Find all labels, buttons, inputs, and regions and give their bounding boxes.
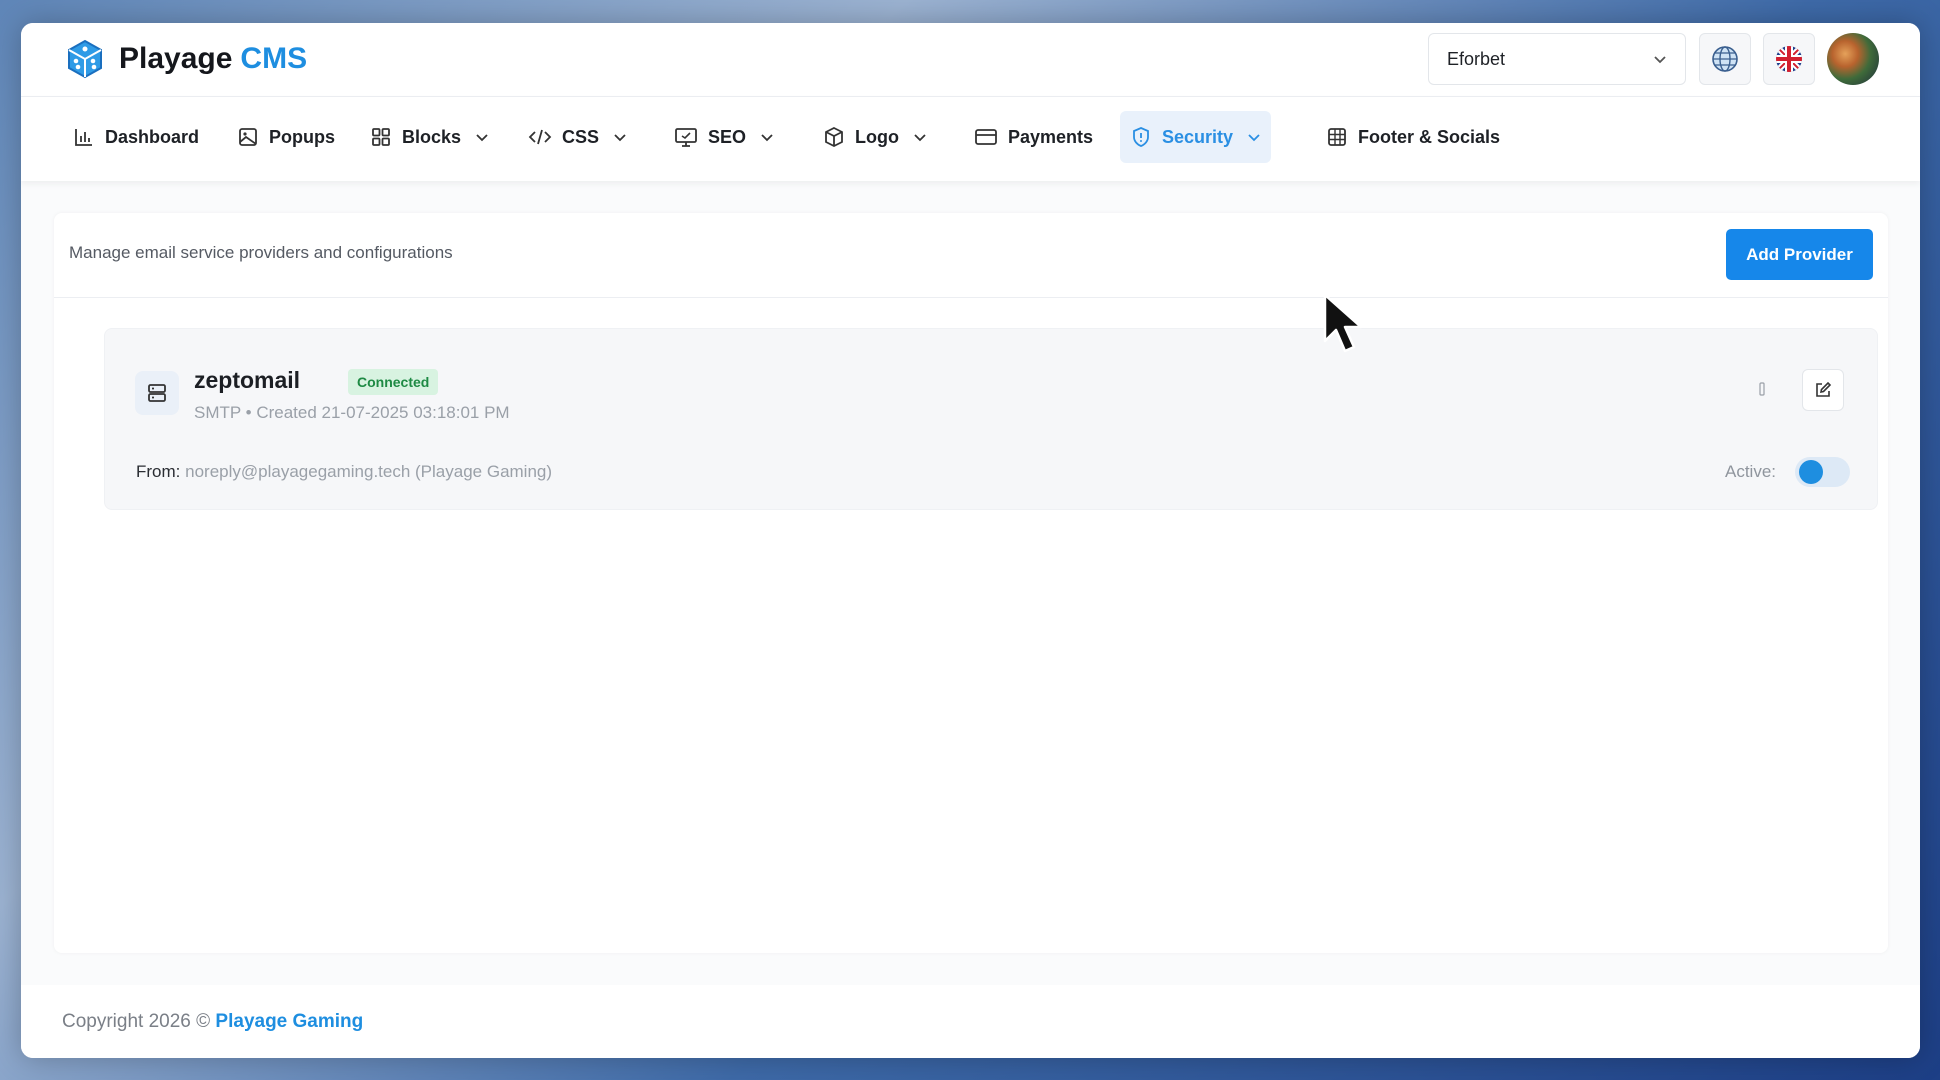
provider-card: zeptomail Connected SMTP • Created 21-07… — [104, 328, 1878, 510]
chevron-down-icon — [614, 134, 626, 142]
monitor-icon — [675, 128, 697, 147]
footer-company-link[interactable]: Playage Gaming — [215, 1011, 363, 1032]
toggle-knob — [1799, 460, 1823, 484]
user-avatar[interactable] — [1827, 33, 1879, 85]
nav-css-label: CSS — [562, 126, 600, 147]
shield-icon — [1133, 127, 1149, 147]
provider-from: From: noreply@playagegaming.tech (Playag… — [136, 462, 552, 482]
language-flag-button[interactable] — [1763, 33, 1815, 85]
email-providers-panel: Manage email service providers and confi… — [54, 213, 1888, 953]
chevron-down-icon — [1654, 56, 1666, 64]
nav-blocks[interactable]: Blocks — [370, 111, 489, 163]
language-globe-button[interactable] — [1699, 33, 1751, 85]
nav-blocks-label: Blocks — [402, 126, 462, 147]
server-icon — [135, 371, 179, 415]
main-nav: Dashboard Popups Blocks CSS SEO Logo Pay… — [21, 97, 1920, 181]
nav-security[interactable]: Security — [1120, 111, 1272, 163]
table-icon — [1328, 128, 1346, 146]
status-badge: Connected — [348, 369, 439, 395]
nav-css[interactable]: CSS — [528, 111, 627, 163]
nav-payments[interactable]: Payments — [974, 111, 1093, 163]
from-label: From: — [136, 462, 181, 481]
logo[interactable]: Playage CMS — [61, 36, 307, 82]
app-window: Playage CMS Eforbet Dashboard Popups Blo… — [21, 23, 1920, 1058]
dice-logo-icon — [68, 39, 102, 79]
nav-seo-label: SEO — [708, 126, 747, 147]
nav-popups-label: Popups — [269, 126, 335, 147]
edit-icon — [1816, 381, 1832, 397]
credit-card-icon — [975, 129, 997, 145]
from-value: noreply@playagegaming.tech (Playage Gami… — [185, 462, 553, 481]
nav-dashboard-label: Dashboard — [105, 126, 200, 147]
top-bar: Playage CMS Eforbet — [21, 23, 1920, 97]
nav-footer-socials-label: Footer & Socials — [1358, 126, 1501, 147]
image-icon — [239, 128, 257, 146]
app-title: Playage CMS — [119, 42, 308, 75]
chevron-down-icon — [476, 134, 488, 142]
nav-seo[interactable]: SEO — [674, 111, 774, 163]
grid-icon — [372, 128, 390, 146]
chevron-down-icon — [1248, 134, 1260, 142]
nav-payments-label: Payments — [1008, 126, 1094, 147]
code-icon — [528, 129, 552, 145]
chevron-down-icon — [914, 134, 926, 142]
nav-popups[interactable]: Popups — [237, 111, 335, 163]
edit-button[interactable] — [1802, 369, 1844, 411]
chevron-down-icon — [761, 134, 773, 142]
site-select-value: Eforbet — [1447, 48, 1506, 69]
nav-footer-socials[interactable]: Footer & Socials — [1326, 111, 1500, 163]
nav-dashboard[interactable]: Dashboard — [73, 111, 199, 163]
box-icon — [825, 126, 843, 148]
provider-meta: SMTP • Created 21-07-2025 03:18:01 PM — [194, 403, 510, 422]
footer-copyright: Copyright 2026 © Playage Gaming — [62, 1011, 364, 1032]
mouse-cursor-icon — [1323, 293, 1363, 353]
active-toggle[interactable] — [1795, 457, 1850, 487]
trash-icon — [1759, 382, 1765, 396]
panel-header: Manage email service providers and confi… — [54, 213, 1888, 298]
footer: Copyright 2026 © Playage Gaming — [21, 985, 1920, 1058]
bar-chart-icon — [75, 129, 92, 146]
globe-icon — [1712, 46, 1738, 72]
nav-security-label: Security — [1162, 126, 1234, 147]
site-select[interactable]: Eforbet — [1428, 33, 1686, 85]
uk-flag-icon — [1776, 46, 1802, 72]
add-provider-button[interactable]: Add Provider — [1726, 229, 1873, 280]
panel-description: Manage email service providers and confi… — [69, 243, 453, 262]
active-label: Active: — [1725, 462, 1777, 481]
delete-button[interactable] — [1750, 377, 1774, 401]
nav-logo-label: Logo — [855, 126, 899, 147]
nav-logo[interactable]: Logo — [823, 111, 927, 163]
provider-name: zeptomail — [194, 367, 301, 393]
